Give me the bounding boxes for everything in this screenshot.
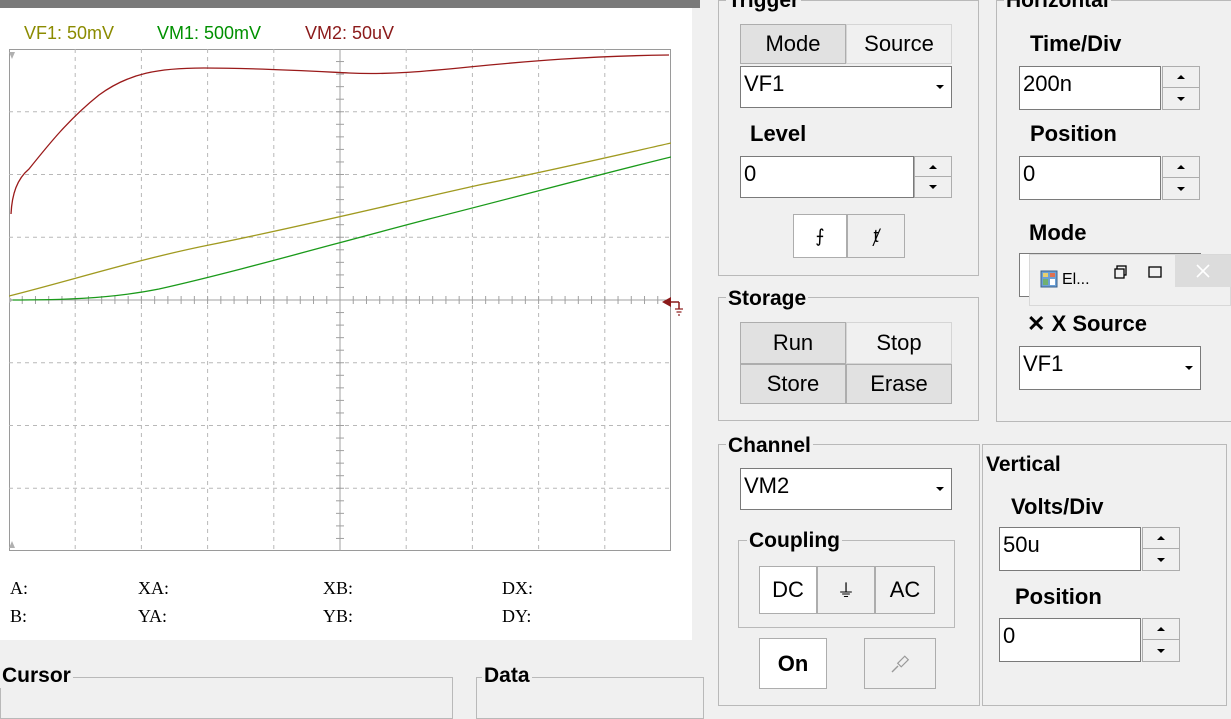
ground-icon: ⏚ xyxy=(837,581,855,601)
cursor-xb-label: XB: xyxy=(323,578,354,598)
spin-up-icon[interactable] xyxy=(915,157,951,177)
erase-button[interactable]: Erase xyxy=(846,364,952,404)
trigger-source-select[interactable]: VF1 xyxy=(740,66,952,108)
probe-button[interactable] xyxy=(864,638,936,689)
rising-edge-icon: ⱦ xyxy=(873,225,879,246)
storage-group-title: Storage xyxy=(726,287,809,311)
time-div-label: Time/Div xyxy=(1030,31,1122,56)
stop-button[interactable]: Stop xyxy=(846,322,952,364)
coupling-ac-button[interactable]: AC xyxy=(875,566,935,614)
run-button[interactable]: Run xyxy=(740,322,846,364)
spin-down-icon[interactable] xyxy=(1163,88,1199,109)
coupling-dc-button[interactable]: DC xyxy=(759,566,817,614)
horizontal-position-input[interactable]: 0 xyxy=(1019,156,1161,200)
time-div-spinner[interactable] xyxy=(1162,66,1200,110)
horizontal-position-value: 0 xyxy=(1023,161,1036,186)
horizontal-position-label: Position xyxy=(1030,121,1117,146)
store-button[interactable]: Store xyxy=(740,364,846,404)
mini-window-title: El... xyxy=(1062,271,1090,288)
horizontal-mode-label: Mode xyxy=(1029,220,1087,245)
scope-title-bar xyxy=(0,0,700,8)
trigger-level-value: 0 xyxy=(744,161,757,186)
data-group-title: Data xyxy=(482,664,532,688)
vertical-position-input[interactable]: 0 xyxy=(999,618,1141,662)
cursor-dx-label: DX: xyxy=(502,578,533,598)
spin-up-icon[interactable] xyxy=(1163,67,1199,88)
coupling-group-title: Coupling xyxy=(747,529,842,553)
chevron-down-icon[interactable] xyxy=(929,470,950,508)
chevron-down-icon[interactable] xyxy=(929,68,950,106)
app-icon xyxy=(1040,270,1058,288)
spin-up-icon[interactable] xyxy=(1143,528,1179,549)
trigger-level-spinner[interactable] xyxy=(914,156,952,198)
vertical-group xyxy=(982,444,1227,706)
scope-title-bar-cap xyxy=(688,0,696,8)
close-icon xyxy=(1196,264,1210,278)
vertical-position-value: 0 xyxy=(1003,623,1016,648)
falling-edge-button[interactable]: ⨍ xyxy=(793,214,847,258)
coupling-gnd-button[interactable]: ⏚ xyxy=(817,566,875,614)
probe-icon xyxy=(891,654,910,672)
spin-down-icon[interactable] xyxy=(915,177,951,197)
cursor-b-label: B: xyxy=(10,606,28,626)
cursor-xa-label: XA: xyxy=(138,578,169,598)
x-source-value: VF1 xyxy=(1023,351,1064,376)
x-source-select[interactable]: VF1 xyxy=(1019,346,1201,390)
cursor-ya-label: YA: xyxy=(138,606,168,626)
trigger-source-value: VF1 xyxy=(744,71,785,96)
cursor-yb-label: YB: xyxy=(323,606,354,626)
channel-select[interactable]: VM2 xyxy=(740,468,952,510)
vertical-position-label: Position xyxy=(1015,584,1102,609)
trigger-level-input[interactable]: 0 xyxy=(740,156,914,198)
horizontal-group-title: Horizontal xyxy=(1004,0,1111,13)
channel-group-title: Channel xyxy=(726,434,813,458)
spin-down-icon[interactable] xyxy=(1143,640,1179,661)
maximize-icon[interactable] xyxy=(1148,265,1162,279)
trigger-level-label: Level xyxy=(750,121,807,146)
spin-down-icon[interactable] xyxy=(1163,178,1199,199)
spin-up-icon[interactable] xyxy=(1163,157,1199,178)
spin-down-icon[interactable] xyxy=(1143,549,1179,570)
channel-label-vm1: VM1: 500mV xyxy=(157,23,262,43)
cursor-group-title: Cursor xyxy=(0,664,73,688)
trigger-mode-tab[interactable]: Mode xyxy=(740,24,846,64)
cursor-dy-label: DY: xyxy=(502,606,532,626)
cursor-a-label: A: xyxy=(10,578,28,598)
restore-icon[interactable] xyxy=(1114,265,1128,279)
close-button[interactable] xyxy=(1175,255,1231,287)
channel-label-vf1: VF1: 50mV xyxy=(24,23,115,43)
time-div-value: 200n xyxy=(1023,71,1072,96)
chevron-down-icon[interactable] xyxy=(1178,348,1199,388)
rising-edge-button[interactable]: ⱦ xyxy=(847,214,905,258)
channel-value: VM2 xyxy=(744,473,790,498)
trigger-source-tab[interactable]: Source xyxy=(846,24,952,64)
channel-on-button[interactable]: On xyxy=(759,638,827,689)
volts-div-label: Volts/Div xyxy=(1011,494,1104,519)
trigger-group-title: Trigger xyxy=(726,0,802,13)
minimized-window[interactable]: El... xyxy=(1029,254,1231,306)
spin-up-icon[interactable] xyxy=(1143,619,1179,640)
falling-edge-icon: ⨍ xyxy=(815,225,825,246)
x-source-label: ✕ X Source xyxy=(1027,311,1147,336)
time-div-input[interactable]: 200n xyxy=(1019,66,1161,110)
channel-label-vm2: VM2: 50uV xyxy=(305,23,395,43)
oscilloscope-plot[interactable] xyxy=(9,49,671,551)
vertical-group-title: Vertical xyxy=(984,453,1063,477)
trigger-level-marker[interactable] xyxy=(660,293,686,319)
volts-div-value: 50u xyxy=(1003,532,1040,557)
volts-div-spinner[interactable] xyxy=(1142,527,1180,571)
horizontal-position-spinner[interactable] xyxy=(1162,156,1200,200)
vertical-position-spinner[interactable] xyxy=(1142,618,1180,662)
x-source-close-icon: ✕ xyxy=(1027,311,1046,336)
volts-div-input[interactable]: 50u xyxy=(999,527,1141,571)
